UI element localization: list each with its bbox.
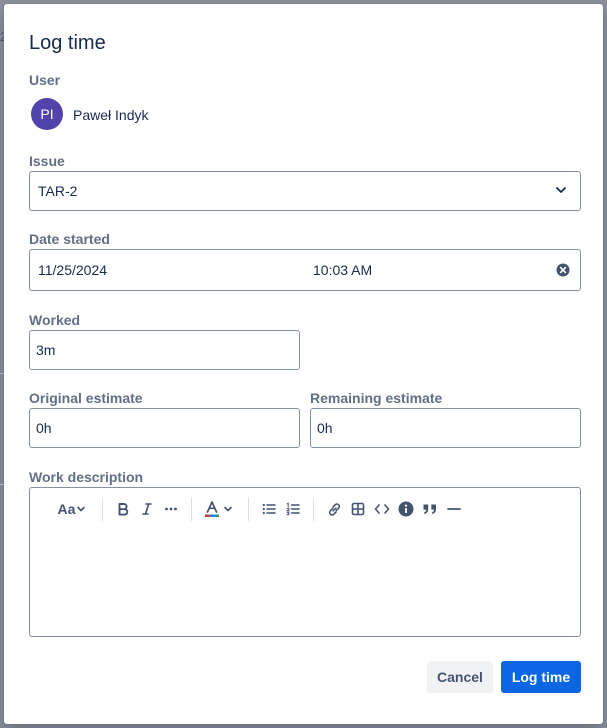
date-input[interactable]: 11/25/2024 <box>38 262 107 278</box>
avatar-initials: PI <box>40 106 54 122</box>
text-color-icon <box>204 501 219 517</box>
code-button[interactable] <box>373 498 391 520</box>
work-description-editor[interactable]: Aa <box>29 487 581 637</box>
bold-icon <box>118 503 129 516</box>
table-button[interactable] <box>349 498 367 520</box>
time-input[interactable]: 10:03 AM <box>313 262 372 278</box>
divider-icon <box>447 508 461 510</box>
remaining-estimate-input[interactable]: 0h <box>310 408 581 448</box>
toolbar-separator <box>313 497 314 521</box>
more-icon <box>165 507 177 511</box>
quote-button[interactable] <box>421 498 439 520</box>
quote-icon <box>423 504 436 514</box>
italic-icon <box>142 503 152 515</box>
remaining-estimate-value: 0h <box>317 420 333 436</box>
link-icon <box>328 502 340 516</box>
remaining-estimate-label: Remaining estimate <box>310 390 443 406</box>
date-started-label: Date started <box>29 231 110 247</box>
toolbar-separator <box>102 497 103 521</box>
numbered-list-icon <box>286 502 300 516</box>
clear-icon[interactable] <box>556 263 570 277</box>
italic-button[interactable] <box>138 498 156 520</box>
table-icon <box>351 502 365 516</box>
original-estimate-input[interactable]: 0h <box>29 408 300 448</box>
original-estimate-value: 0h <box>36 420 52 436</box>
more-formatting-button[interactable] <box>162 498 180 520</box>
toolbar-separator <box>191 497 192 521</box>
work-description-label: Work description <box>29 469 144 485</box>
link-button[interactable] <box>325 498 343 520</box>
worked-input[interactable]: 3m <box>29 330 300 370</box>
original-estimate-label: Original estimate <box>29 390 143 406</box>
worked-label: Worked <box>29 312 81 328</box>
text-style-dropdown[interactable]: Aa <box>56 498 88 520</box>
avatar: PI <box>31 98 63 130</box>
info-icon <box>398 501 414 517</box>
bold-button[interactable] <box>114 498 132 520</box>
date-time-picker[interactable]: 11/25/2024 10:03 AM <box>29 249 581 291</box>
bullet-list-button[interactable] <box>260 498 278 520</box>
chevron-down-icon <box>223 506 232 512</box>
bullet-list-icon <box>262 503 276 515</box>
cancel-button[interactable]: Cancel <box>427 661 493 693</box>
toolbar-separator <box>248 497 249 521</box>
chevron-down-icon <box>556 187 566 193</box>
user-label: User <box>29 72 61 88</box>
log-time-dialog: Log time User PI Paweł Indyk Issue TAR-2… <box>4 4 603 724</box>
text-style-icon: Aa <box>57 501 76 517</box>
divider-button[interactable] <box>445 498 463 520</box>
issue-select-value: TAR-2 <box>38 183 78 199</box>
issue-select[interactable]: TAR-2 <box>29 171 581 211</box>
dialog-title: Log time <box>29 32 106 54</box>
worked-value: 3m <box>36 342 56 358</box>
info-panel-button[interactable] <box>397 498 415 520</box>
code-icon <box>374 504 390 514</box>
user-name: Paweł Indyk <box>73 107 149 123</box>
log-time-button[interactable]: Log time <box>501 661 581 693</box>
chevron-down-icon <box>77 506 86 512</box>
issue-label: Issue <box>29 153 65 169</box>
numbered-list-button[interactable] <box>284 498 302 520</box>
text-color-dropdown[interactable] <box>202 498 234 520</box>
